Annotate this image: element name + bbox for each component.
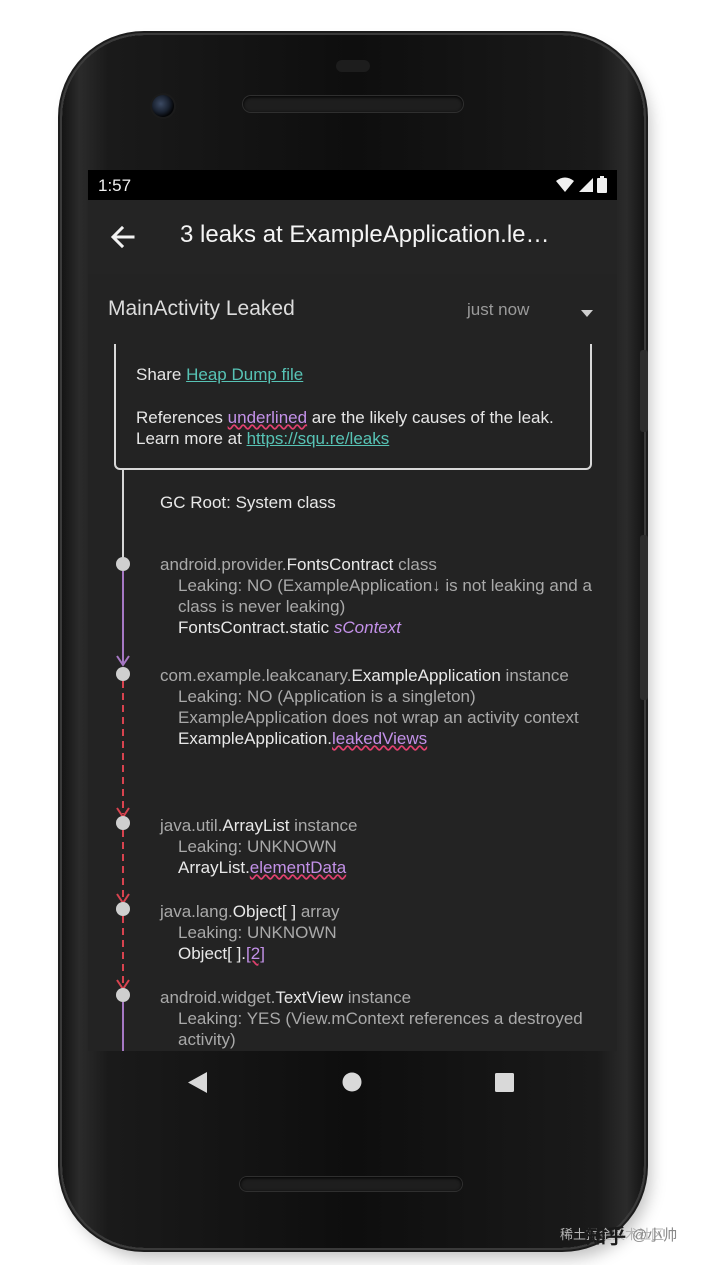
node-leaking-status: Leaking: UNKNOWN [178, 837, 337, 856]
node-reference-owner: ExampleApplication. [178, 729, 333, 748]
trace-node-dot-3 [116, 816, 130, 830]
front-camera [152, 95, 174, 117]
trace-node-2[interactable]: com.example.leakcanary.ExampleApplicatio… [160, 665, 600, 749]
node-kind: class [393, 555, 437, 574]
node-note: ExampleApplication does not wrap an acti… [178, 708, 579, 727]
node-reference-owner: FontsContract.static [178, 618, 334, 637]
node-leaking-status: Leaking: YES (View.mContext references a… [178, 1009, 583, 1049]
proximity-sensor [336, 60, 370, 72]
nav-recents-icon[interactable] [495, 1073, 514, 1092]
trace-node-dot-2 [116, 667, 130, 681]
trace-node-5[interactable]: android.widget.TextView instance Leaking… [160, 987, 600, 1050]
node-reference-field: [2] [246, 944, 265, 963]
node-reference-field: leakedViews [332, 729, 428, 748]
node-reference-owner: Object[ ]. [178, 944, 247, 963]
node-kind: instance [343, 988, 412, 1007]
node-package: com.example.leakcanary. [160, 666, 352, 685]
nav-home-icon[interactable] [342, 1072, 362, 1092]
node-kind: instance [289, 816, 358, 835]
top-speaker [243, 96, 463, 112]
bottom-speaker [240, 1177, 462, 1191]
node-reference-field: elementData [249, 858, 347, 877]
trace-node-4[interactable]: java.lang.Object[ ] array Leaking: UNKNO… [160, 901, 600, 964]
node-class: ExampleApplication [351, 666, 501, 685]
node-class: ArrayList [222, 816, 290, 835]
node-leaking-status: Leaking: NO (Application is a singleton) [178, 687, 476, 706]
node-leaking-status: Leaking: UNKNOWN [178, 923, 337, 942]
gc-root-label: GC Root: System class [160, 493, 336, 512]
nav-back-icon[interactable] [188, 1072, 208, 1093]
watermark-site: 知乎 [586, 1226, 626, 1248]
node-package: android.widget. [160, 988, 276, 1007]
trace-arrow-2 [116, 807, 130, 819]
trace-node-1[interactable]: android.provider.FontsContract class Lea… [160, 554, 600, 638]
node-reference-field: sContext [333, 618, 401, 637]
node-package: java.util. [160, 816, 223, 835]
node-class: FontsContract [286, 555, 394, 574]
trace-node-dot-5 [116, 988, 130, 1002]
leak-trace: GC Root: System class android.provider.F… [88, 170, 617, 1051]
node-package: android.provider. [160, 555, 287, 574]
watermark-author: @小帅 [632, 1227, 678, 1244]
node-kind: array [296, 902, 340, 921]
trace-node-dot-4 [116, 902, 130, 916]
node-class: TextView [275, 988, 344, 1007]
volume-button [640, 535, 648, 700]
navigation-bar [88, 1051, 617, 1113]
node-leaking-status: Leaking: NO (ExampleApplication↓ is not … [178, 576, 592, 616]
node-package: java.lang. [160, 902, 233, 921]
trace-node-dot-1 [116, 557, 130, 571]
screen: 1:57 3 leaks at ExampleApplication.le… M… [88, 170, 617, 1051]
trace-node-3[interactable]: java.util.ArrayList instance Leaking: UN… [160, 815, 600, 878]
node-kind: instance [500, 666, 569, 685]
power-button [640, 350, 648, 432]
node-class: Object[ ] [232, 902, 297, 921]
node-reference-owner: ArrayList. [178, 858, 250, 877]
